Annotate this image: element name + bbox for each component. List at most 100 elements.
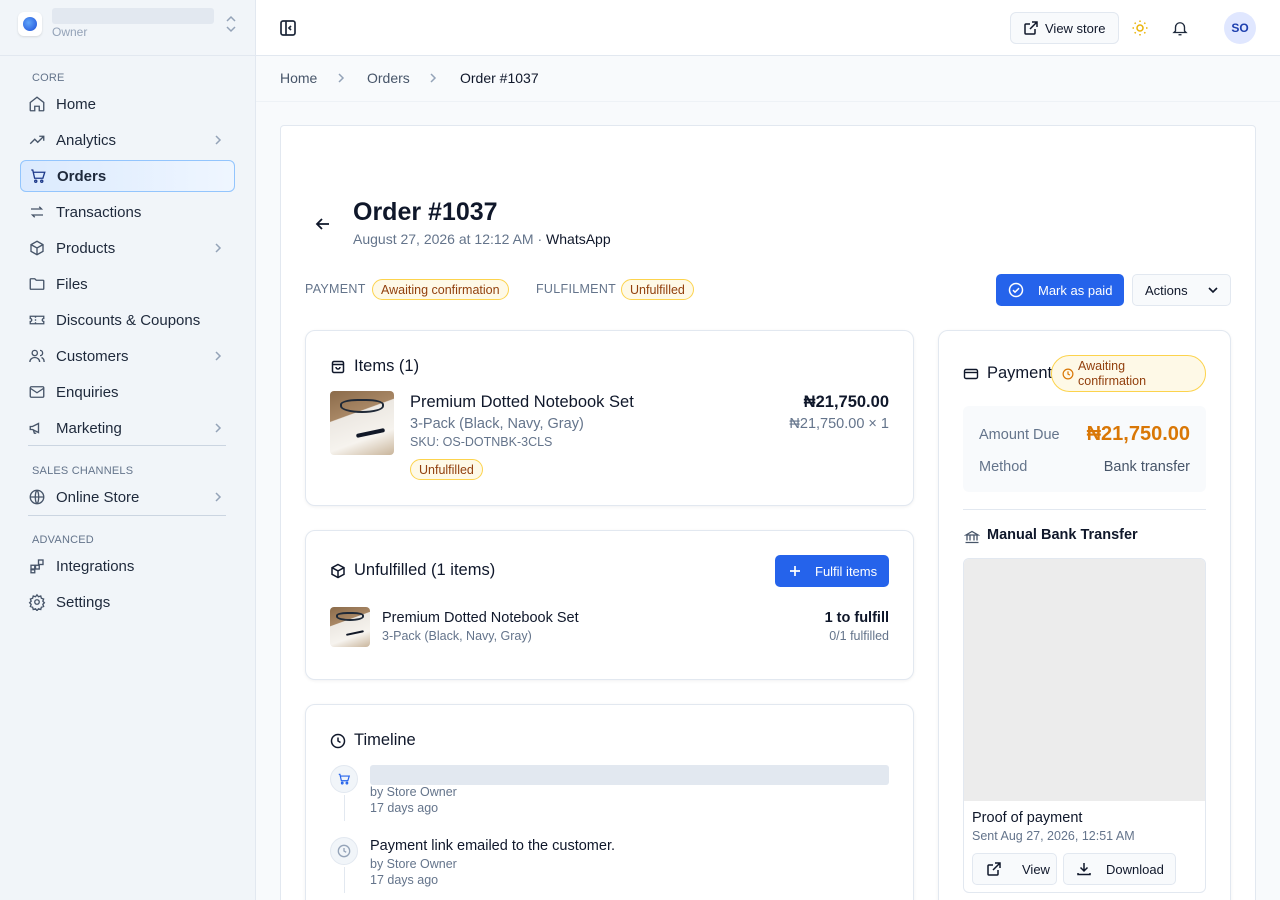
sidebar-item-label: Orders	[57, 167, 107, 185]
mark-as-paid-label: Mark as paid	[1038, 282, 1113, 298]
order-meta: August 27, 2026 at 12:12 AM · WhatsApp	[353, 231, 611, 247]
bell-icon[interactable]	[1171, 19, 1189, 37]
store-switcher[interactable]: Owner	[0, 0, 255, 56]
cart-icon	[29, 167, 47, 185]
sidebar-toggle-icon[interactable]	[278, 18, 298, 38]
store-role: Owner	[52, 25, 88, 39]
timeline-event-text: Payment link emailed to the customer.	[370, 838, 616, 854]
sidebar-item-integrations[interactable]: Integrations	[20, 550, 235, 582]
sidebar-item-label: Discounts & Coupons	[56, 311, 201, 329]
payment-status-badge: Awaiting confirmation	[1051, 355, 1206, 392]
amount-due-value: ₦21,750.00	[1086, 423, 1190, 445]
sidebar-item-label: Transactions	[56, 203, 142, 221]
sidebar-item-label: Customers	[56, 347, 129, 365]
back-arrow-icon[interactable]	[314, 215, 332, 233]
external-link-icon	[987, 862, 1001, 876]
items-card-title: Items (1)	[354, 357, 420, 375]
product-name: Premium Dotted Notebook Set	[382, 610, 579, 626]
product-name[interactable]: Premium Dotted Notebook Set	[410, 393, 634, 412]
avatar[interactable]: SO	[1224, 12, 1256, 44]
ticket-icon	[28, 311, 46, 329]
shopping-bag-icon	[331, 360, 345, 374]
globe-icon	[28, 488, 46, 506]
product-thumbnail	[330, 391, 394, 455]
download-icon	[1077, 863, 1091, 876]
payment-card-title: Payment	[987, 364, 1053, 382]
item-status-badge: Unfulfilled	[410, 459, 483, 480]
chevron-right-icon	[215, 243, 222, 253]
fulfilment-label: FULFILMENT	[536, 282, 617, 296]
clock-icon	[337, 844, 351, 858]
sidebar-item-enquiries[interactable]: Enquiries	[20, 376, 235, 408]
view-label: View	[1022, 861, 1050, 877]
view-proof-button[interactable]: View	[972, 853, 1057, 885]
timeline-title: Timeline	[354, 731, 416, 749]
method-label: Method	[979, 459, 1028, 475]
credit-card-icon	[963, 368, 979, 380]
sidebar-item-settings[interactable]: Settings	[20, 586, 235, 618]
top-bar: View store SO	[256, 0, 1280, 56]
sidebar-item-files[interactable]: Files	[20, 268, 235, 300]
fulfil-items-label: Fulfil items	[815, 563, 878, 579]
proof-image[interactable]	[964, 559, 1205, 801]
gear-icon	[28, 593, 46, 611]
check-circle-icon	[1008, 282, 1024, 298]
method-value: Bank transfer	[1103, 459, 1190, 475]
home-icon	[28, 95, 46, 113]
timeline-event-time: 17 days ago	[370, 801, 439, 815]
breadcrumb-orders[interactable]: Orders	[367, 70, 410, 86]
unfulfilled-card-title: Unfulfilled (1 items)	[354, 561, 496, 579]
proof-sent-time: Sent Aug 27, 2026, 12:51 AM	[972, 829, 1135, 843]
timeline-event-icon	[330, 765, 358, 793]
sidebar-item-online-store[interactable]: Online Store	[20, 481, 235, 513]
timeline-connector	[344, 795, 345, 821]
megaphone-icon	[28, 419, 46, 437]
timeline-event-text-placeholder	[370, 765, 889, 785]
sidebar-item-label: Products	[56, 239, 116, 257]
store-name-placeholder	[52, 8, 214, 24]
breadcrumb-home[interactable]: Home	[280, 70, 317, 86]
payment-divider	[963, 509, 1206, 510]
timeline-connector	[344, 867, 345, 893]
folder-icon	[28, 275, 46, 293]
mark-as-paid-button[interactable]: Mark as paid	[996, 274, 1124, 306]
mail-icon	[28, 383, 46, 401]
fulfilment-status-badge: Unfulfilled	[621, 279, 694, 300]
item-unit-price: ₦21,750.00 × 1	[789, 416, 889, 432]
breadcrumb-current: Order #1037	[460, 70, 539, 86]
sidebar-item-label: Settings	[56, 593, 111, 611]
nav-section-core: CORE	[32, 72, 65, 84]
sidebar-item-analytics[interactable]: Analytics	[20, 124, 235, 156]
external-link-icon	[1024, 21, 1038, 35]
cart-icon	[338, 773, 351, 785]
chevron-down-icon	[1208, 287, 1218, 294]
sidebar-item-home[interactable]: Home	[20, 88, 235, 120]
blocks-icon	[28, 557, 46, 575]
clock-icon	[1062, 368, 1074, 379]
sidebar-divider	[28, 445, 226, 446]
fulfill-progress: 0/1 fulfilled	[829, 629, 889, 643]
users-icon	[28, 347, 46, 365]
fulfil-items-button[interactable]: Fulfil items	[775, 555, 889, 587]
trending-up-icon	[28, 131, 46, 149]
timeline-event-author: by Store Owner	[370, 857, 457, 871]
sun-icon[interactable]	[1131, 19, 1149, 37]
sidebar-item-products[interactable]: Products	[20, 232, 235, 264]
sidebar-item-marketing[interactable]: Marketing	[20, 412, 235, 444]
fulfill-quantity: 1 to fulfill	[824, 610, 889, 626]
product-variant: 3-Pack (Black, Navy, Gray)	[382, 629, 532, 643]
nav-section-sales-channels: SALES CHANNELS	[32, 465, 134, 477]
sidebar-item-label: Home	[56, 95, 97, 113]
payment-status-text: Awaiting confirmation	[1078, 358, 1147, 388]
sidebar-item-discounts[interactable]: Discounts & Coupons	[20, 304, 235, 336]
order-channel: WhatsApp	[546, 231, 611, 247]
actions-dropdown[interactable]: Actions	[1132, 274, 1231, 306]
view-store-button[interactable]: View store	[1010, 12, 1119, 44]
sidebar-item-customers[interactable]: Customers	[20, 340, 235, 372]
download-label: Download	[1106, 861, 1164, 877]
chevron-right-icon	[430, 73, 437, 83]
sidebar-item-transactions[interactable]: Transactions	[20, 196, 235, 228]
download-proof-button[interactable]: Download	[1063, 853, 1176, 885]
product-thumbnail	[330, 607, 370, 647]
sidebar-item-orders[interactable]: Orders	[20, 160, 235, 192]
